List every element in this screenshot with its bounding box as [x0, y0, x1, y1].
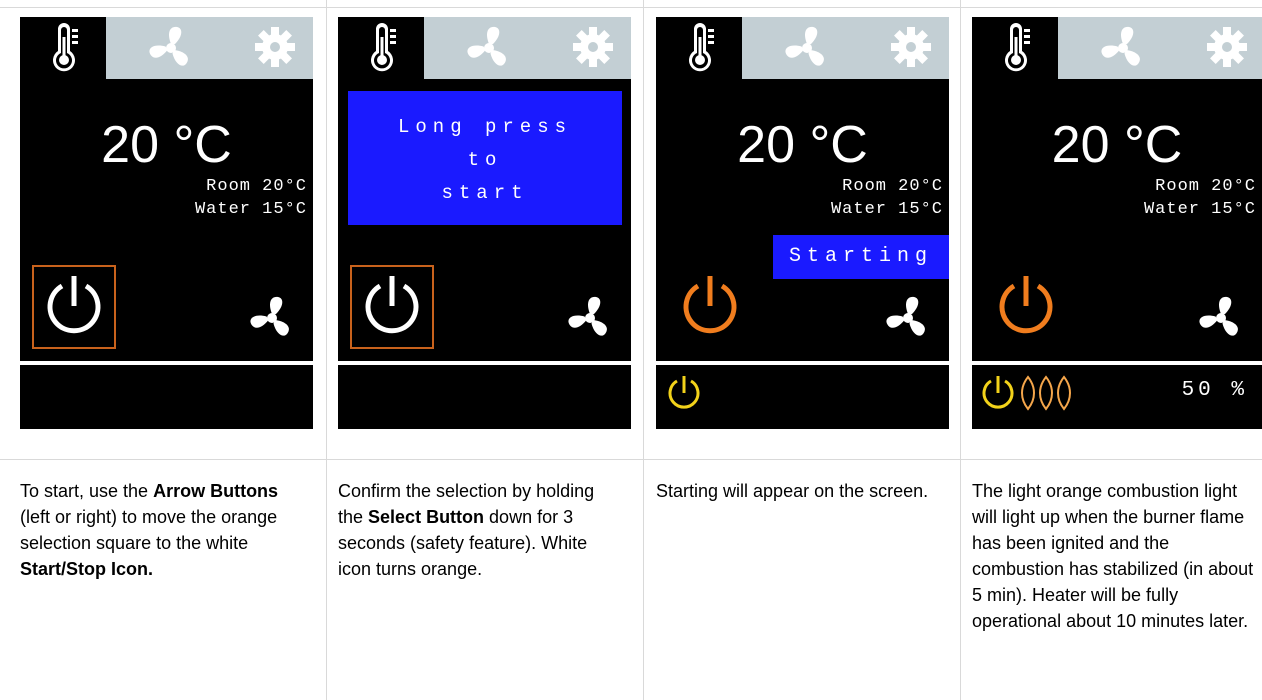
room-temperature: Room 20°C [206, 177, 307, 196]
message-line: to [467, 149, 503, 171]
status-row [656, 365, 949, 429]
fan-icon[interactable] [1100, 25, 1146, 71]
tab-bar [338, 17, 631, 79]
temperature-setpoint: 20 °C [737, 116, 868, 174]
thermometer-icon [371, 23, 396, 72]
gear-icon[interactable] [253, 25, 297, 69]
status-row [338, 365, 631, 429]
gear-icon[interactable] [889, 25, 933, 69]
caption-panel-4: The light orange combustion light will l… [972, 478, 1260, 634]
thermometer-icon [689, 23, 714, 72]
caption-panel-1: To start, use the Arrow Buttons (left or… [20, 478, 305, 582]
screen-panel-1: 20 °C Room 20°C Water 15°C [20, 17, 313, 429]
power-status-icon [668, 376, 700, 409]
water-temperature: Water 15°C [194, 200, 307, 219]
tab-bar [972, 17, 1262, 79]
temperature-setpoint: 20 °C [1051, 116, 1183, 174]
power-status-icon [982, 376, 1014, 409]
caption-bold: Start/Stop Icon. [20, 559, 154, 579]
row-divider [0, 7, 1262, 8]
fan-icon[interactable] [148, 25, 194, 71]
thermometer-icon [53, 23, 78, 72]
fan-icon[interactable] [567, 295, 613, 341]
power-icon[interactable] [678, 272, 742, 336]
room-temperature: Room 20°C [842, 177, 943, 196]
gear-icon[interactable] [1205, 25, 1249, 69]
fan-icon[interactable] [784, 25, 830, 71]
power-icon[interactable] [994, 272, 1058, 336]
column-divider [960, 0, 961, 700]
power-icon[interactable] [360, 272, 424, 336]
fan-icon[interactable] [1198, 295, 1244, 341]
water-temperature: Water 15°C [1143, 200, 1256, 219]
screen-panel-3: 20 °C Room 20°C Water 15°C Starting [656, 17, 949, 429]
caption-panel-2: Confirm the selection by holding the Sel… [338, 478, 623, 582]
status-row [20, 365, 313, 429]
room-temperature: Room 20°C [1155, 177, 1256, 196]
power-icon[interactable] [42, 272, 106, 336]
fan-icon[interactable] [249, 295, 295, 341]
water-temperature: Water 15°C [830, 200, 943, 219]
caption-bold: Select Button [368, 507, 485, 527]
temperature-setpoint: 20 °C [101, 116, 232, 174]
fan-icon[interactable] [466, 25, 512, 71]
message-line: start [441, 182, 529, 204]
screen-panel-4: 20 °C Room 20°C Water 15°C 50 % [972, 17, 1262, 429]
column-divider [326, 0, 327, 700]
caption-text: The light orange combustion light will l… [972, 481, 1254, 631]
caption-panel-3: Starting will appear on the screen. [656, 478, 941, 504]
row-divider [0, 459, 1262, 460]
caption-bold: Arrow Buttons [153, 481, 279, 501]
screen-panel-2: Long press to start [338, 17, 631, 429]
column-divider [643, 0, 644, 700]
power-percentage: 50 % [1181, 379, 1248, 402]
caption-text: To start, use the [20, 481, 154, 501]
fan-icon[interactable] [885, 295, 931, 341]
caption-text: (left or right) to move the orange selec… [20, 507, 278, 553]
tab-bar [20, 17, 313, 79]
flame-icon [1021, 375, 1071, 411]
message-line: Long press [397, 116, 573, 138]
gear-icon[interactable] [571, 25, 615, 69]
tab-bar [656, 17, 949, 79]
caption-text: Starting will appear on the screen. [656, 481, 929, 501]
starting-status: Starting [773, 235, 949, 279]
thermometer-icon [1005, 23, 1030, 72]
long-press-message: Long press to start [348, 91, 622, 225]
